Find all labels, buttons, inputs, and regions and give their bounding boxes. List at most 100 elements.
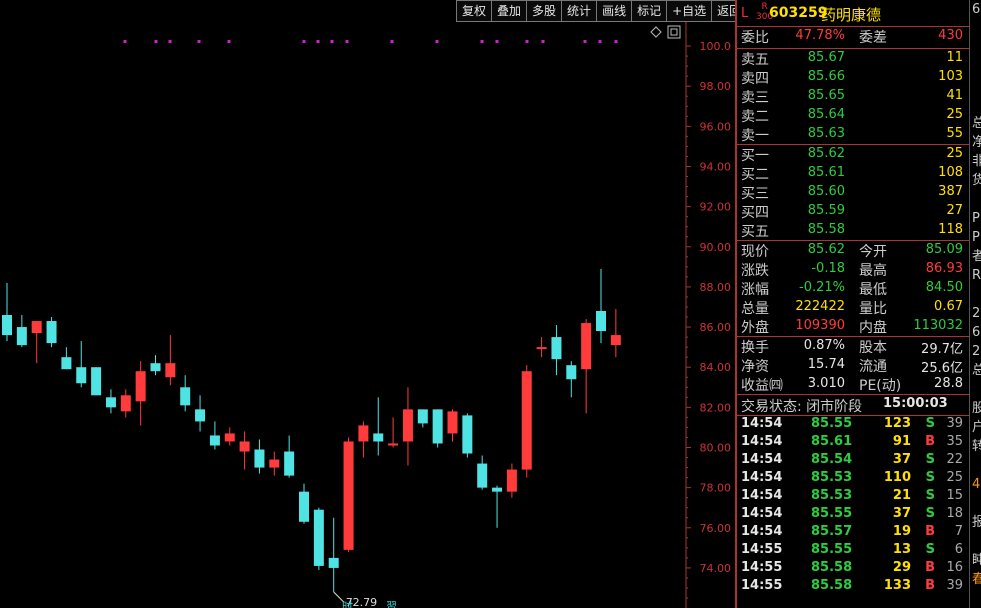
tick-row[interactable]: 14:54 85.61 91 B 35 [737, 434, 969, 452]
bids-row[interactable]: 买一 85.62 25 [737, 145, 969, 164]
asks-volume: 11 [946, 50, 963, 65]
candle-body [284, 451, 295, 476]
bids-row[interactable]: 买五 85.58 118 [737, 221, 969, 240]
tick-side: S [925, 542, 935, 557]
quote-value: 113032 [913, 318, 963, 333]
event-marker-dot [197, 40, 201, 43]
price-axis-label: 84.00 [700, 361, 732, 374]
toolbar-button-1[interactable]: 叠加 [491, 0, 527, 22]
quote-value: 85.62 [807, 242, 845, 257]
right-strip-char: 2 [972, 344, 981, 359]
tick-count: 6 [954, 542, 963, 557]
right-strip-char [970, 285, 981, 304]
trade-status-time: 15:00:03 [883, 396, 948, 411]
right-strip-char [970, 95, 981, 114]
candle-body [506, 469, 517, 492]
asks-level-label: 卖五 [741, 52, 769, 68]
quote-value: 85.09 [925, 242, 963, 257]
right-strip-char [970, 456, 981, 475]
candle-body [120, 395, 131, 412]
tick-row[interactable]: 14:54 85.55 37 S 18 [737, 506, 969, 524]
bids-price: 85.61 [807, 165, 845, 180]
stock-title: L R 300 603259 药明康德 [737, 0, 969, 27]
quote-label: 涨幅 [741, 282, 769, 298]
chart-toolbar: 复权 叠加 多股 统计 画线 标记 +自选 返回 [456, 0, 748, 22]
tick-time: 14:54 [741, 434, 783, 449]
fundamental-value: 29.7亿 [921, 342, 963, 357]
quote-row: 外盘 109390 内盘 113032 [737, 317, 969, 336]
asks-row[interactable]: 卖二 85.64 25 [737, 106, 969, 125]
candle-body [299, 491, 309, 522]
candle-body [135, 371, 146, 402]
tick-side: B [925, 524, 935, 539]
tick-row[interactable]: 14:54 85.57 19 B 7 [737, 524, 969, 542]
bids-volume: 25 [946, 146, 963, 161]
toolbar-button-3[interactable]: 统计 [561, 0, 597, 22]
tick-row[interactable]: 14:55 85.58 29 B 16 [737, 560, 969, 578]
quote-label: 总量 [741, 301, 769, 317]
candle-body [2, 315, 12, 336]
right-strip-char: 者 [970, 247, 981, 266]
asks-row[interactable]: 卖三 85.65 41 [737, 87, 969, 106]
right-strip-char: 净 [970, 133, 981, 152]
event-marker-dot [525, 40, 529, 43]
asks-row[interactable]: 卖五 85.67 11 [737, 49, 969, 68]
quote-label: 最高 [859, 263, 887, 279]
asks-level-label: 卖二 [741, 109, 769, 125]
bottom-time-label: 时 [342, 600, 353, 608]
candle-body [402, 409, 413, 442]
tick-row[interactable]: 14:54 85.53 21 S 15 [737, 488, 969, 506]
asks-volume: 25 [946, 107, 963, 122]
tick-side: S [925, 416, 935, 431]
asks-row[interactable]: 卖一 85.63 55 [737, 125, 969, 144]
toolbar-button-2[interactable]: 多股 [526, 0, 562, 22]
tick-row[interactable]: 14:54 85.55 123 S 39 [737, 416, 969, 434]
kline-chart[interactable]: 100.0 98.00 96.00 94.00 92.00 90.00 88.00 86.00… [0, 22, 735, 608]
bids-row[interactable]: 买三 85.60 387 [737, 183, 969, 202]
tick-row[interactable]: 14:54 85.54 37 S 22 [737, 452, 969, 470]
asks-level-label: 卖三 [741, 90, 769, 106]
price-axis-label: 100.0 [700, 40, 732, 53]
bids-row[interactable]: 买二 85.61 108 [737, 164, 969, 183]
tick-time: 14:55 [741, 560, 783, 575]
bid-book: 买一 85.62 25 买二 85.61 108 买三 85.60 387 买四 85.59 27 买五… [737, 145, 969, 240]
asks-price: 85.64 [807, 107, 845, 122]
price-axis-label: 94.00 [700, 160, 732, 173]
toolbar-button-5[interactable]: 标记 [631, 0, 667, 22]
tick-row[interactable]: 14:54 85.53 110 S 25 [737, 470, 969, 488]
fundamental-label: PE(动) [859, 378, 902, 394]
toolbar-button-4[interactable]: 画线 [596, 0, 632, 22]
tick-row[interactable]: 14:55 85.55 13 S 6 [737, 542, 969, 560]
fundamental-value: 3.010 [807, 376, 845, 391]
asks-volume: 103 [938, 69, 963, 84]
candle-body [91, 367, 102, 396]
toolbar-button-6[interactable]: +自选 [666, 0, 712, 22]
tick-price: 85.58 [811, 578, 853, 593]
tick-time: 14:55 [741, 578, 783, 593]
tick-count: 7 [954, 524, 963, 539]
right-strip-char: 盹 [970, 551, 981, 570]
bids-row[interactable]: 买四 85.59 27 [737, 202, 969, 221]
right-info-strip[interactable]: 6总净非货PP者R262总股户转4报盹春 [969, 0, 981, 608]
asks-row[interactable]: 卖四 85.66 103 [737, 68, 969, 87]
trade-status-label: 交易状态: 闭市阶段 [741, 399, 863, 415]
quote-value: 84.50 [925, 280, 963, 295]
event-marker-dot [390, 40, 394, 43]
kline-chart-area[interactable]: 100.0 98.00 96.00 94.00 92.00 90.00 88.00 86.00… [0, 22, 735, 608]
bids-level-label: 买五 [741, 224, 769, 240]
tick-time: 14:54 [741, 452, 783, 467]
fundamentals: 换手 0.87% 股本 29.7亿 净资 15.74 流通 25.6亿 收益㈣ 3.010 PE(动… [737, 337, 969, 394]
ratio-value: 47.78% [795, 28, 845, 43]
tick-list[interactable]: 14:54 85.55 123 S 39 14:54 85.61 91 B 35 14:54 85.5… [737, 416, 969, 596]
right-strip-char [970, 19, 981, 38]
stock-name[interactable]: 药明康德 [821, 4, 881, 25]
event-marker-dot [495, 40, 499, 43]
tick-price: 85.54 [811, 452, 853, 467]
price-axis-label: 92.00 [700, 201, 732, 214]
stock-code[interactable]: 603259 [769, 5, 827, 21]
tick-price: 85.53 [811, 470, 853, 485]
right-strip-char [970, 76, 981, 95]
price-axis-label: 86.00 [700, 321, 732, 334]
tick-row[interactable]: 14:55 85.58 133 B 39 [737, 578, 969, 596]
toolbar-button-0[interactable]: 复权 [456, 0, 492, 22]
